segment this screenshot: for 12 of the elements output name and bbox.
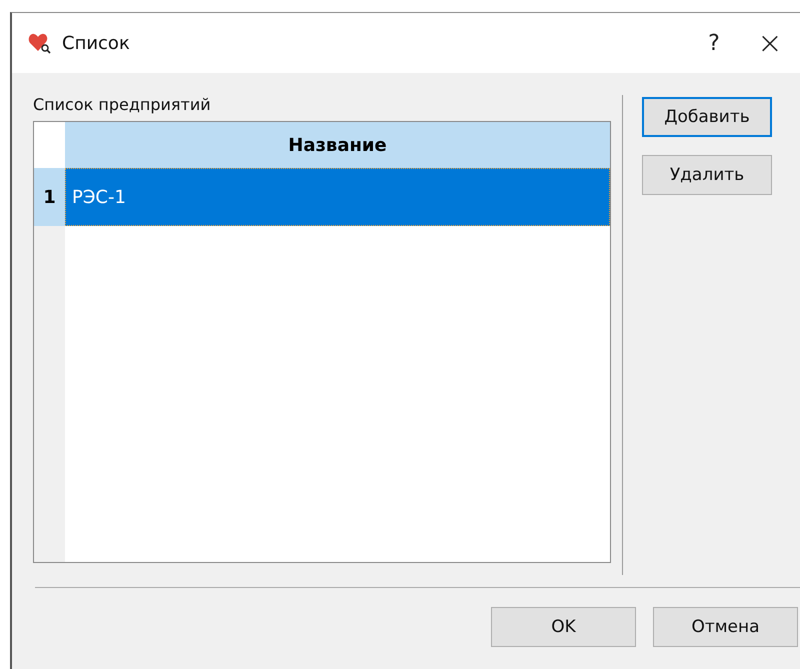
action-button[interactable]: Добавить xyxy=(642,97,772,137)
dialog-button[interactable]: OK xyxy=(491,607,636,647)
action-button[interactable]: Удалить xyxy=(642,155,772,195)
help-button[interactable]: ? xyxy=(686,23,742,63)
table-cell[interactable]: РЭС-1 xyxy=(65,168,610,226)
dialog-button[interactable]: Отмена xyxy=(653,607,798,647)
close-button[interactable]: × xyxy=(742,23,798,63)
list-label: Список предприятий xyxy=(33,95,212,116)
column-header[interactable]: Название xyxy=(65,122,610,168)
heart-magnifier-icon xyxy=(28,32,52,54)
row-header[interactable]: 1 xyxy=(34,168,65,226)
window-title: Список xyxy=(62,32,130,54)
